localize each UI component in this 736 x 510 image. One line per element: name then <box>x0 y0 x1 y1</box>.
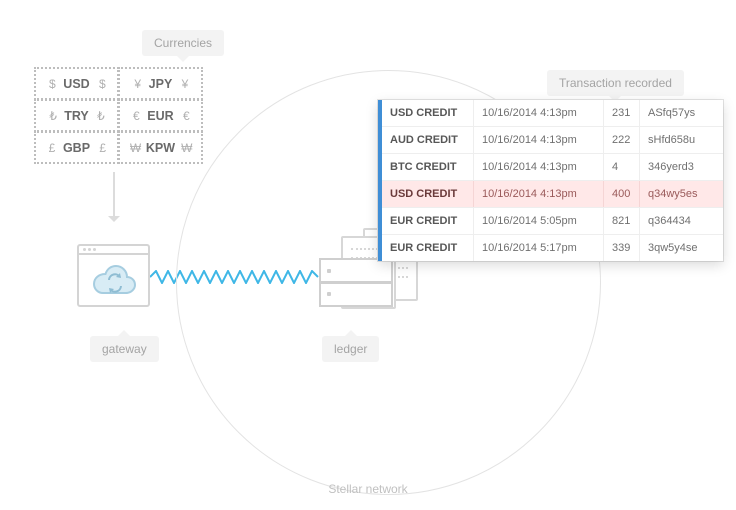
tx-amount: 231 <box>604 100 640 126</box>
transaction-recorded-label: Transaction recorded <box>547 70 684 96</box>
table-row: AUD CREDIT10/16/2014 4:13pm222sHfd658u <box>382 126 723 153</box>
currency-symbol-icon: € <box>180 109 190 123</box>
cloud-sync-icon <box>89 263 139 297</box>
currency-symbol-icon: ¥ <box>178 77 188 91</box>
currencies-label: Currencies <box>142 30 224 56</box>
currency-symbol-icon: £ <box>96 141 106 155</box>
tx-time: 10/16/2014 4:13pm <box>474 154 604 180</box>
currency-symbol-icon: ₺ <box>95 109 105 123</box>
currency-cell: $ USD $ <box>34 67 119 100</box>
tx-id: ASfq57ys <box>640 100 723 126</box>
tx-amount: 339 <box>604 235 640 261</box>
currency-cell: £ GBP £ <box>34 131 119 164</box>
currency-symbol-icon: ₺ <box>48 109 58 123</box>
server-icon <box>319 260 393 307</box>
currency-code: GBP <box>63 141 90 155</box>
tx-type: AUD CREDIT <box>382 127 474 153</box>
tx-type: EUR CREDIT <box>382 208 474 234</box>
tx-time: 10/16/2014 4:13pm <box>474 127 604 153</box>
tx-id: q34wy5es <box>640 181 723 207</box>
currency-code: EUR <box>147 109 173 123</box>
currency-code: KPW <box>146 141 175 155</box>
currency-symbol-icon: $ <box>47 77 57 91</box>
tx-type: USD CREDIT <box>382 100 474 126</box>
ledger-label: ledger <box>322 336 379 362</box>
tx-amount: 4 <box>604 154 640 180</box>
currency-cell: ₺ TRY ₺ <box>34 99 119 132</box>
gateway-label: gateway <box>90 336 159 362</box>
tx-amount: 821 <box>604 208 640 234</box>
currency-cell: € EUR € <box>118 99 203 132</box>
currency-symbol-icon: ₩ <box>181 141 191 155</box>
window-titlebar <box>79 246 148 255</box>
currency-code: TRY <box>64 109 89 123</box>
tx-id: sHfd658u <box>640 127 723 153</box>
currency-cell: ¥ JPY ¥ <box>118 67 203 100</box>
tx-type: BTC CREDIT <box>382 154 474 180</box>
tx-type: USD CREDIT <box>382 181 474 207</box>
tx-id: q364434 <box>640 208 723 234</box>
currency-symbol-icon: € <box>131 109 141 123</box>
arrow-down-icon <box>113 172 115 220</box>
table-row: EUR CREDIT10/16/2014 5:17pm3393qw5y4se <box>382 234 723 261</box>
currency-cell: ₩ KPW ₩ <box>118 131 203 164</box>
tx-id: 3qw5y4se <box>640 235 723 261</box>
tx-amount: 222 <box>604 127 640 153</box>
currency-symbol-icon: £ <box>47 141 57 155</box>
tx-time: 10/16/2014 5:05pm <box>474 208 604 234</box>
currency-symbol-icon: $ <box>96 77 106 91</box>
tx-time: 10/16/2014 5:17pm <box>474 235 604 261</box>
currencies-grid: $ USD $ ¥ JPY ¥ ₺ TRY ₺ € EUR € £ GBP £ ₩ KPW ₩ <box>35 68 203 164</box>
tx-id: 346yerd3 <box>640 154 723 180</box>
table-row: EUR CREDIT10/16/2014 5:05pm821q364434 <box>382 207 723 234</box>
currency-symbol-icon: ₩ <box>130 141 140 155</box>
tx-time: 10/16/2014 4:13pm <box>474 100 604 126</box>
table-row: USD CREDIT10/16/2014 4:13pm231ASfq57ys <box>382 100 723 126</box>
currency-symbol-icon: ¥ <box>133 77 143 91</box>
stellar-network-label: Stellar network <box>328 482 407 496</box>
table-row: USD CREDIT10/16/2014 4:13pm400q34wy5es <box>382 180 723 207</box>
transaction-table: USD CREDIT10/16/2014 4:13pm231ASfq57ysAU… <box>378 100 723 261</box>
tx-type: EUR CREDIT <box>382 235 474 261</box>
currency-code: USD <box>63 77 89 91</box>
tx-time: 10/16/2014 4:13pm <box>474 181 604 207</box>
tx-amount: 400 <box>604 181 640 207</box>
currency-code: JPY <box>149 77 173 91</box>
table-row: BTC CREDIT10/16/2014 4:13pm4346yerd3 <box>382 153 723 180</box>
gateway-window <box>77 244 150 307</box>
